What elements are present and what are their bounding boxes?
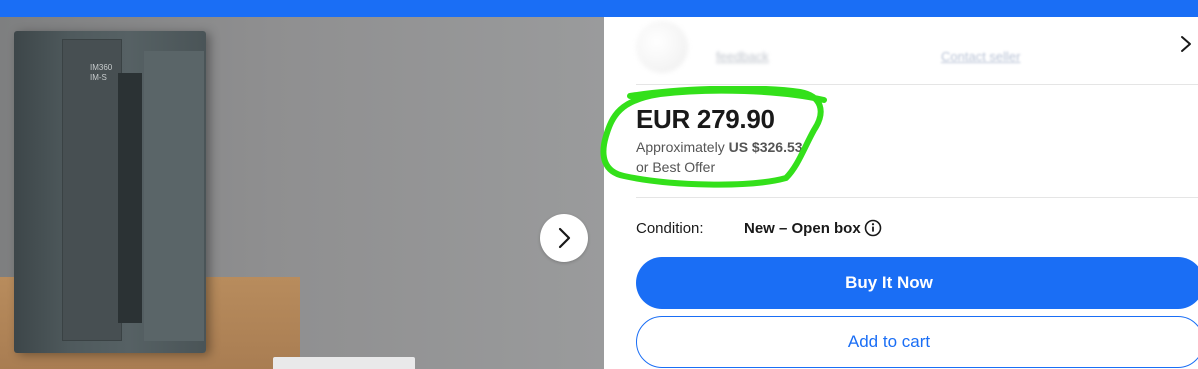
- seller-feedback-link[interactable]: feedback: [716, 49, 769, 64]
- chevron-right-icon[interactable]: [1178, 35, 1194, 53]
- top-banner: [0, 0, 1198, 17]
- add-to-cart-button[interactable]: Add to cart: [636, 316, 1198, 368]
- chevron-right-icon: [558, 227, 571, 249]
- plc-module: IM360 IM-S: [14, 31, 206, 353]
- product-image[interactable]: IM360 IM-S: [0, 17, 604, 369]
- seller-card[interactable]: feedback Contact seller: [636, 17, 1198, 84]
- seller-avatar[interactable]: [636, 21, 688, 73]
- divider: [636, 197, 1198, 198]
- module-front-panel: [62, 39, 122, 341]
- divider: [636, 84, 1198, 85]
- module-slot: [118, 73, 142, 323]
- highlight-circle-annotation: [600, 86, 827, 188]
- paper-strip: [273, 357, 415, 369]
- contact-seller-link[interactable]: Contact seller: [941, 49, 1020, 64]
- info-icon[interactable]: [864, 219, 882, 237]
- buy-it-now-button[interactable]: Buy It Now: [636, 257, 1198, 309]
- module-side-panel: [144, 51, 204, 341]
- module-label: IM360 IM-S: [90, 63, 113, 82]
- gallery-next-button[interactable]: [540, 214, 588, 262]
- condition-value: New – Open box: [744, 220, 861, 237]
- condition-label: Condition:: [636, 220, 704, 237]
